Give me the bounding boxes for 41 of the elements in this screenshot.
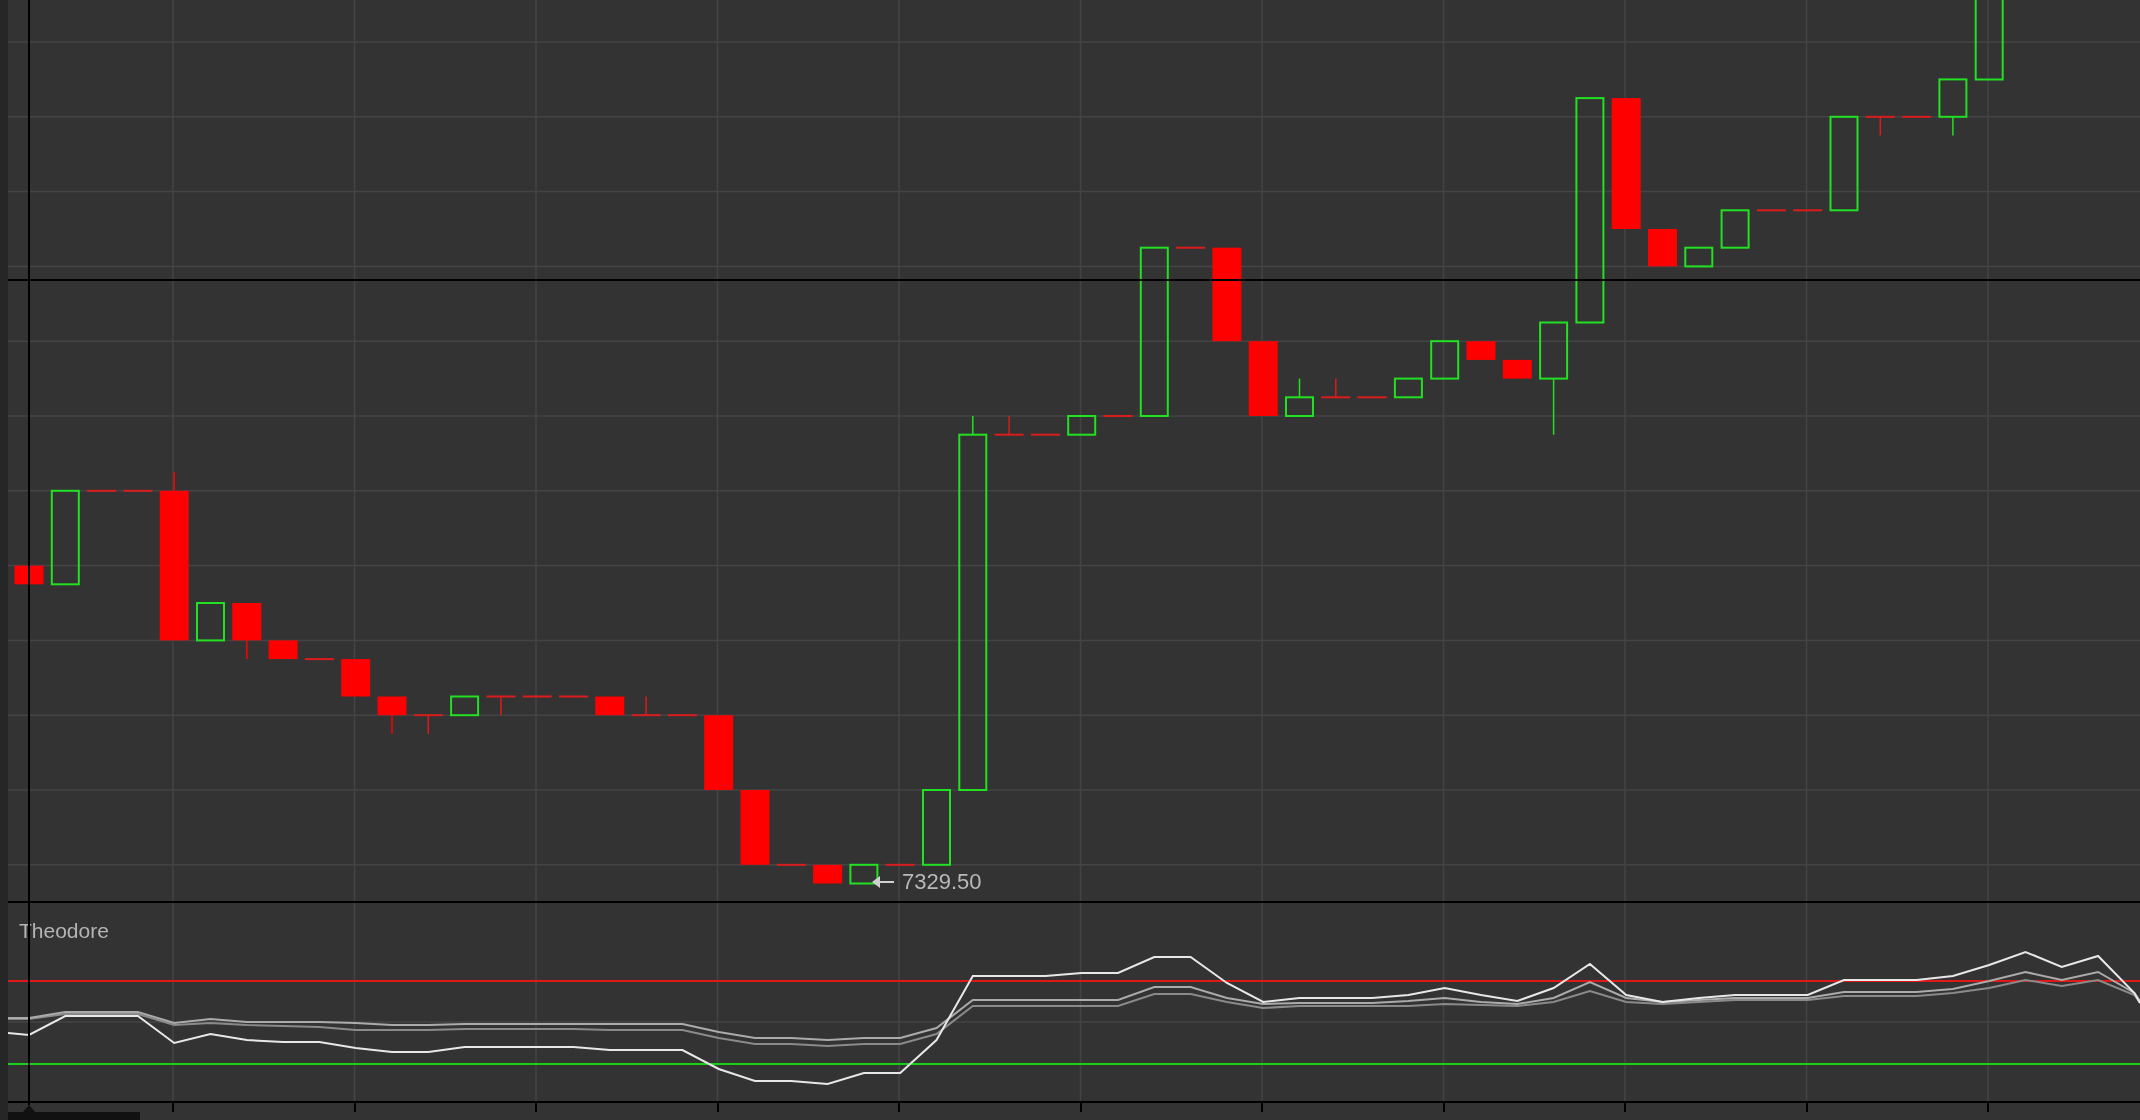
candle (1029, 433, 1061, 436)
candle (1648, 229, 1677, 267)
candle (884, 863, 916, 866)
candle (1938, 78, 1968, 137)
candle (1864, 115, 1896, 137)
candle (412, 714, 444, 735)
candle (993, 415, 1025, 436)
candle (1356, 396, 1388, 399)
candle (849, 863, 879, 885)
candle (521, 695, 553, 698)
candle (86, 489, 118, 492)
candle (1430, 340, 1460, 380)
candle (595, 696, 625, 716)
candle (450, 695, 480, 717)
candle (1393, 377, 1423, 399)
candle (1684, 246, 1714, 268)
candle (1320, 377, 1352, 399)
candle (485, 695, 517, 716)
candle (1466, 341, 1496, 360)
candle (1901, 115, 1933, 118)
candle (1502, 359, 1532, 379)
candle (303, 658, 335, 661)
left-arrow-icon (872, 875, 894, 889)
candle (666, 714, 698, 717)
candle (630, 695, 662, 717)
candle (1720, 209, 1750, 249)
candle (558, 695, 589, 698)
candle (341, 659, 371, 697)
candle (232, 603, 262, 660)
indicator-title: Theodore (19, 919, 109, 943)
candle (196, 602, 225, 642)
candle (1792, 209, 1824, 212)
candle (377, 696, 407, 735)
candle (122, 489, 154, 492)
candle (1285, 377, 1314, 417)
candle (268, 640, 298, 660)
candle (1175, 246, 1207, 249)
candle (775, 863, 807, 866)
last-price-label: 7329.50 (902, 870, 982, 894)
candle (1755, 209, 1787, 212)
candle (1067, 415, 1097, 436)
